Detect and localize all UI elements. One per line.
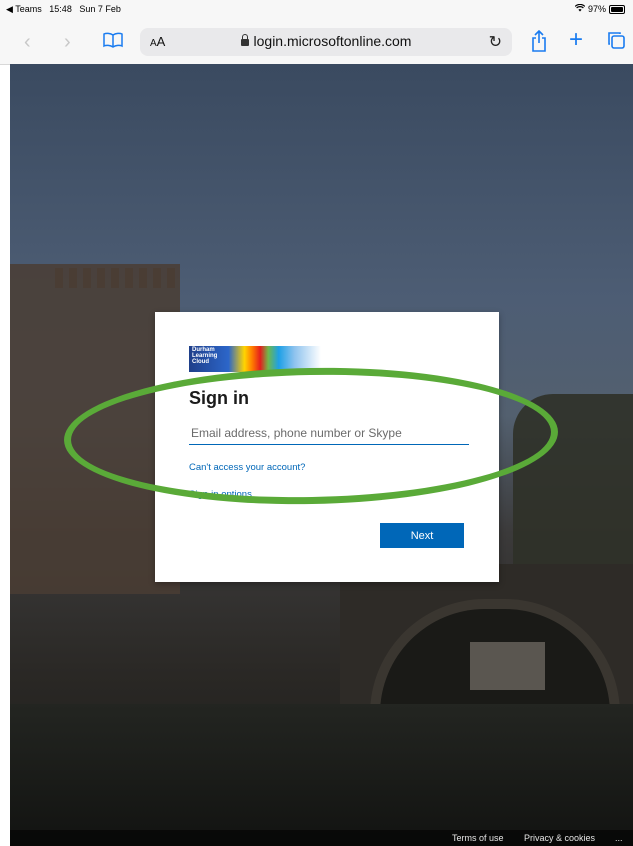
url-text: login.microsoftonline.com — [253, 33, 412, 49]
wifi-icon — [574, 3, 586, 14]
page-footer: Terms of use Privacy & cookies ... — [10, 830, 633, 846]
next-button[interactable]: Next — [380, 523, 464, 548]
tabs-icon[interactable] — [607, 31, 625, 53]
address-bar[interactable]: AA login.microsoftonline.com ↻ — [140, 28, 512, 56]
status-time: 15:48 — [49, 4, 72, 14]
river-image — [10, 704, 633, 846]
more-options-link[interactable]: ... — [615, 833, 623, 843]
bookmarks-icon[interactable] — [103, 32, 123, 52]
back-icon[interactable]: ‹ — [24, 32, 31, 52]
forward-icon[interactable]: › — [64, 32, 71, 52]
privacy-link[interactable]: Privacy & cookies — [524, 833, 595, 843]
browser-toolbar: ‹ › AA login.microsoftonline.com ↻ + — [0, 20, 633, 65]
new-tab-icon[interactable]: + — [569, 28, 583, 52]
status-bar: ◀ Teams 15:48 Sun 7 Feb 97% — [0, 0, 633, 20]
logo-text: Durham Learning Cloud — [192, 347, 218, 365]
lock-icon — [240, 34, 249, 46]
battery-percent: 97% — [587, 4, 606, 14]
reload-icon[interactable]: ↻ — [489, 32, 502, 52]
boathouse-image — [470, 642, 545, 690]
back-to-app-link[interactable]: ◀ Teams — [6, 4, 42, 14]
terms-link[interactable]: Terms of use — [452, 833, 504, 843]
share-icon[interactable] — [531, 29, 547, 56]
battery-icon — [609, 4, 625, 14]
castle-battlements — [55, 268, 180, 288]
status-date: Sun 7 Feb — [79, 4, 121, 14]
